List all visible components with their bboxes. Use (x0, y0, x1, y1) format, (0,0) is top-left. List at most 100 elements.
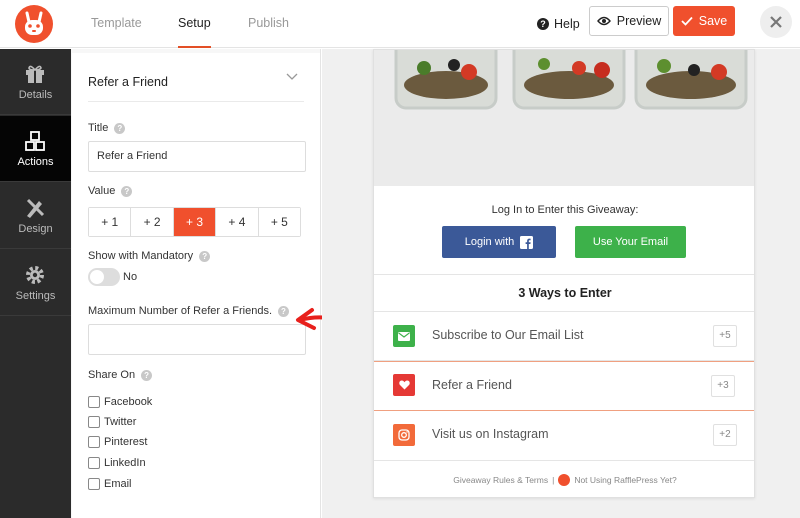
share-pinterest-checkbox[interactable]: Pinterest (88, 436, 147, 448)
rafflepress-logo-icon[interactable] (14, 4, 54, 44)
question-circle-icon[interactable]: ? (199, 250, 211, 262)
footer-separator: | (552, 475, 555, 485)
rules-link[interactable]: Giveaway Rules & Terms (453, 475, 548, 485)
value-option-selected[interactable]: + 3 (173, 208, 217, 236)
value-field-label: Value ? (88, 185, 133, 197)
help-label: Help (554, 17, 580, 31)
share-twitter-checkbox[interactable]: Twitter (88, 416, 136, 428)
sidebar-item-label: Settings (15, 290, 56, 302)
cubes-icon (25, 131, 45, 151)
rafflepress-mini-logo-icon (558, 474, 571, 486)
divider (374, 460, 754, 461)
value-label: Value (88, 185, 116, 197)
value-selector: + 1 + 2 + 3 + 4 + 5 (88, 207, 301, 237)
eye-icon (596, 16, 611, 26)
mandatory-toggle[interactable] (88, 268, 120, 286)
tab-template[interactable]: Template (91, 0, 142, 48)
toggle-knob (90, 270, 104, 284)
facebook-icon (520, 235, 534, 249)
sidebar-item-actions[interactable]: Actions (0, 116, 71, 182)
sidebar-item-label: Design (18, 223, 53, 235)
sidebar-item-label: Actions (17, 156, 54, 168)
max-field-label: Maximum Number of Refer a Friends. ? (88, 305, 289, 317)
ways-title: 3 Ways to Enter (518, 286, 612, 300)
entry-refer-friend[interactable]: Refer a Friend +3 (374, 361, 754, 411)
entry-points: +3 (711, 375, 735, 397)
entry-label: Visit us on Instagram (432, 427, 549, 441)
divider (374, 274, 754, 275)
instagram-icon (393, 424, 415, 446)
share-label: Share On (88, 369, 136, 381)
preview-button[interactable]: Preview (589, 6, 669, 36)
preview-label: Preview (616, 14, 662, 28)
settings-panel-body: Refer a Friend Title ? Refer a Friend Va… (72, 53, 320, 518)
use-email-button[interactable]: Use Your Email (575, 226, 686, 258)
check-icon (681, 16, 693, 26)
checkbox-label: LinkedIn (104, 457, 146, 469)
divider (88, 101, 304, 102)
heart-icon (393, 374, 415, 396)
share-facebook-checkbox[interactable]: Facebook (88, 396, 152, 408)
share-email-checkbox[interactable]: Email (88, 478, 132, 490)
entry-instagram[interactable]: Visit us on Instagram +2 (374, 411, 754, 459)
help-link[interactable]: ? Help (537, 14, 580, 34)
promo-link[interactable]: Not Using RafflePress Yet? (574, 475, 676, 485)
entry-subscribe[interactable]: Subscribe to Our Email List +5 (374, 312, 754, 360)
login-prompt: Log In to Enter this Giveaway: (491, 204, 639, 216)
value-option[interactable]: + 5 (258, 208, 301, 236)
checkbox[interactable] (88, 416, 100, 428)
checkbox-label: Facebook (104, 396, 153, 408)
section-title: Refer a Friend (88, 75, 168, 89)
close-icon (770, 16, 782, 28)
tab-publish[interactable]: Publish (248, 0, 289, 48)
save-label: Save (698, 14, 728, 28)
settings-panel: Refer a Friend Title ? Refer a Friend Va… (71, 49, 321, 518)
value-option[interactable]: + 2 (131, 208, 174, 236)
title-field-label: Title ? (88, 122, 126, 134)
checkbox[interactable] (88, 457, 100, 469)
top-bar: Template Setup Publish ? Help Preview Sa… (0, 0, 800, 48)
entry-points: +5 (713, 325, 737, 347)
question-circle-icon[interactable]: ? (114, 122, 126, 134)
chevron-down-icon[interactable] (286, 73, 298, 81)
sidebar-item-settings[interactable]: Settings (0, 250, 71, 316)
mandatory-state: No (123, 271, 138, 283)
giveaway-card: Log In to Enter this Giveaway: Login wit… (373, 49, 755, 498)
entry-label: Subscribe to Our Email List (432, 328, 584, 342)
value-option[interactable]: + 1 (89, 208, 132, 236)
checkbox-label: Pinterest (104, 436, 148, 448)
max-label: Maximum Number of Refer a Friends. (88, 305, 272, 317)
question-circle-icon[interactable]: ? (278, 305, 289, 317)
max-refer-input[interactable] (88, 324, 306, 355)
envelope-icon (393, 325, 415, 347)
save-button[interactable]: Save (673, 6, 735, 36)
gear-icon (26, 266, 44, 284)
entry-points: +2 (713, 424, 737, 446)
sidebar: Details Actions Design Settings (0, 49, 71, 518)
fb-button-label: Login with (464, 236, 515, 248)
checkbox-label: Twitter (104, 416, 137, 428)
question-circle-icon[interactable]: ? (121, 185, 133, 197)
checkbox-label: Email (104, 478, 132, 490)
sidebar-item-details[interactable]: Details (0, 49, 71, 115)
question-circle-icon[interactable]: ? (141, 369, 153, 381)
checkbox[interactable] (88, 478, 100, 490)
checkbox[interactable] (88, 436, 100, 448)
sidebar-item-design[interactable]: Design (0, 183, 71, 249)
share-field-label: Share On ? (88, 369, 153, 381)
entry-label: Refer a Friend (432, 378, 512, 392)
mandatory-label: Show with Mandatory (88, 250, 194, 262)
value-option[interactable]: + 4 (216, 208, 259, 236)
hero-image (374, 50, 754, 186)
checkbox[interactable] (88, 396, 100, 408)
tab-setup[interactable]: Setup (178, 0, 211, 48)
login-facebook-button[interactable]: Login with (442, 226, 556, 258)
design-tools-icon (26, 198, 45, 218)
share-linkedin-checkbox[interactable]: LinkedIn (88, 457, 146, 469)
title-label: Title (88, 122, 109, 134)
close-button[interactable] (760, 6, 792, 38)
title-input[interactable]: Refer a Friend (88, 141, 306, 172)
sidebar-item-label: Details (18, 89, 53, 101)
mandatory-field-label: Show with Mandatory ? (88, 250, 211, 262)
card-footer: Giveaway Rules & Terms | Not Using Raffl… (374, 474, 754, 486)
